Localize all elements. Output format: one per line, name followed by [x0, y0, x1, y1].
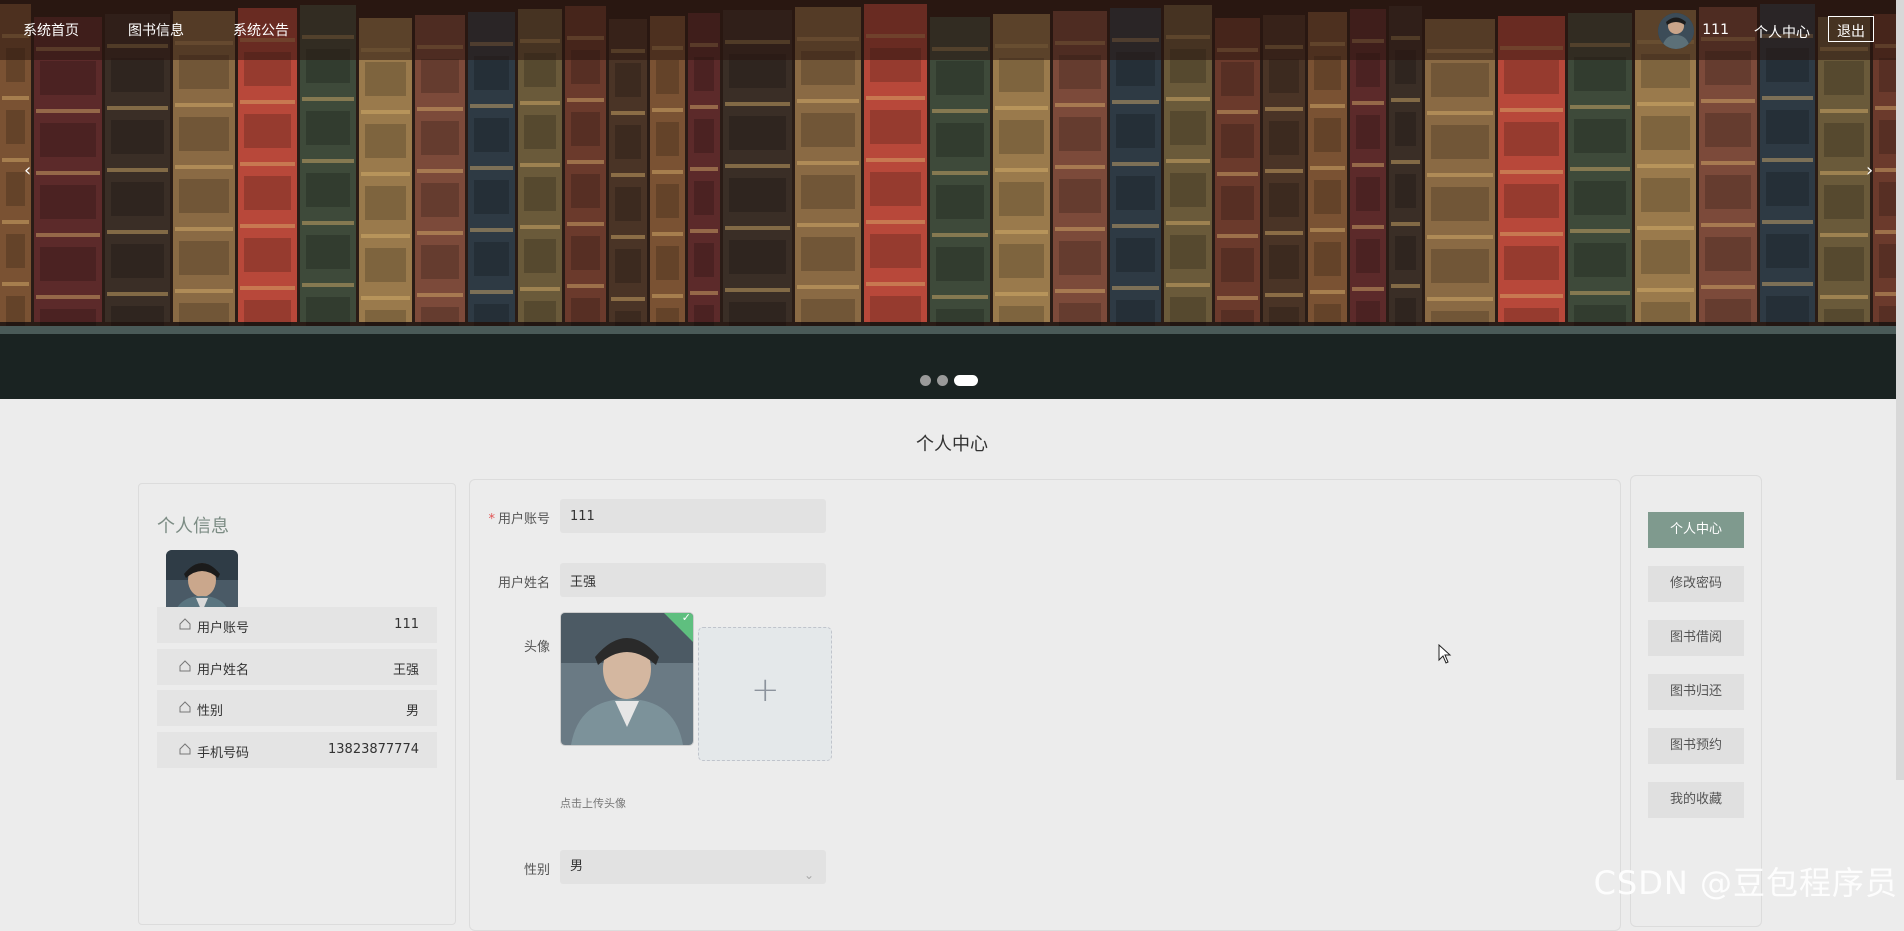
carousel-dot[interactable] — [937, 375, 948, 386]
user-avatar-icon — [1658, 13, 1694, 49]
mouse-cursor-icon — [1438, 644, 1452, 664]
profile-card-title: 个人信息 — [157, 516, 229, 537]
uploaded-avatar-image — [561, 613, 693, 745]
nav-book-info[interactable]: 图书信息 — [128, 20, 184, 40]
profile-row-value: 王强 — [392, 663, 419, 678]
plus-icon: + — [751, 670, 780, 710]
profile-row-phone: 手机号码 13823877774 — [157, 732, 437, 768]
avatar[interactable] — [1658, 13, 1694, 49]
check-icon: ✓ — [681, 612, 691, 625]
menu-personal-center[interactable]: 个人中心 — [1648, 512, 1744, 548]
gender-select[interactable]: 男 ⌄ — [560, 850, 826, 884]
carousel-dot[interactable] — [920, 375, 931, 386]
avatar-label: 头像 — [523, 640, 550, 655]
uploaded-avatar-preview[interactable]: ✓ — [560, 612, 694, 746]
menu-book-reserve[interactable]: 图书预约 — [1648, 728, 1744, 764]
name-label: 用户姓名 — [497, 576, 550, 591]
profile-row-label: 用户姓名 — [197, 663, 250, 678]
menu-change-password[interactable]: 修改密码 — [1648, 566, 1744, 602]
profile-row-label: 手机号码 — [197, 746, 250, 761]
profile-row-value: 111 — [394, 617, 419, 632]
profile-row-label: 用户账号 — [197, 621, 250, 636]
nav-home[interactable]: 系统首页 — [23, 20, 79, 40]
account-label-text: 用户账号 — [497, 512, 550, 527]
account-label: * 用户账号 — [470, 508, 550, 527]
gender-select-value: 男 — [570, 859, 584, 874]
profile-row-value: 13823877774 — [328, 742, 419, 757]
profile-card: 个人信息 用户账号 111 用户姓名 王强 性别 男 手机号码 13823877… — [138, 483, 456, 925]
home-icon — [179, 618, 191, 630]
page-title: 个人中心 — [916, 434, 988, 455]
hero-banner: 系统首页 图书信息 系统公告 111 个人中心 退出 ‹ › — [0, 0, 1904, 399]
avatar-upload-button[interactable]: + — [698, 627, 832, 761]
nav-announcements[interactable]: 系统公告 — [233, 20, 289, 40]
menu-favorites[interactable]: 我的收藏 — [1648, 782, 1744, 818]
home-icon — [179, 701, 191, 713]
account-input[interactable] — [560, 499, 826, 533]
name-input[interactable] — [560, 563, 826, 597]
upload-tip: 点击上传头像 — [560, 797, 626, 810]
profile-row-name: 用户姓名 王强 — [157, 649, 437, 685]
chevron-down-icon: ⌄ — [803, 868, 814, 882]
logout-button[interactable]: 退出 — [1828, 16, 1874, 42]
menu-book-borrow[interactable]: 图书借阅 — [1648, 620, 1744, 656]
top-navbar: 系统首页 图书信息 系统公告 111 个人中心 退出 — [0, 0, 1904, 60]
profile-form: *用户账号 用户姓名 头像 ✓ + 点击上传头像 性别 男 ⌄ — [469, 479, 1621, 931]
profile-row-gender: 性别 男 — [157, 690, 437, 726]
gender-label: 性别 — [523, 863, 550, 878]
profile-row-account: 用户账号 111 — [157, 607, 437, 643]
carousel-next-icon[interactable]: › — [1866, 160, 1873, 181]
carousel-prev-icon[interactable]: ‹ — [24, 160, 31, 181]
personal-center-link[interactable]: 个人中心 — [1754, 22, 1810, 42]
menu-book-return[interactable]: 图书归还 — [1648, 674, 1744, 710]
watermark: CSDN @豆包程序员 — [1593, 864, 1898, 902]
profile-row-label: 性别 — [197, 704, 224, 719]
profile-row-value: 男 — [405, 704, 419, 719]
home-icon — [179, 660, 191, 672]
required-mark: * — [488, 512, 495, 527]
page-scrollbar[interactable] — [1896, 0, 1904, 780]
username: 111 — [1702, 22, 1729, 38]
carousel-dot-active[interactable] — [954, 375, 978, 386]
home-icon — [179, 743, 191, 755]
